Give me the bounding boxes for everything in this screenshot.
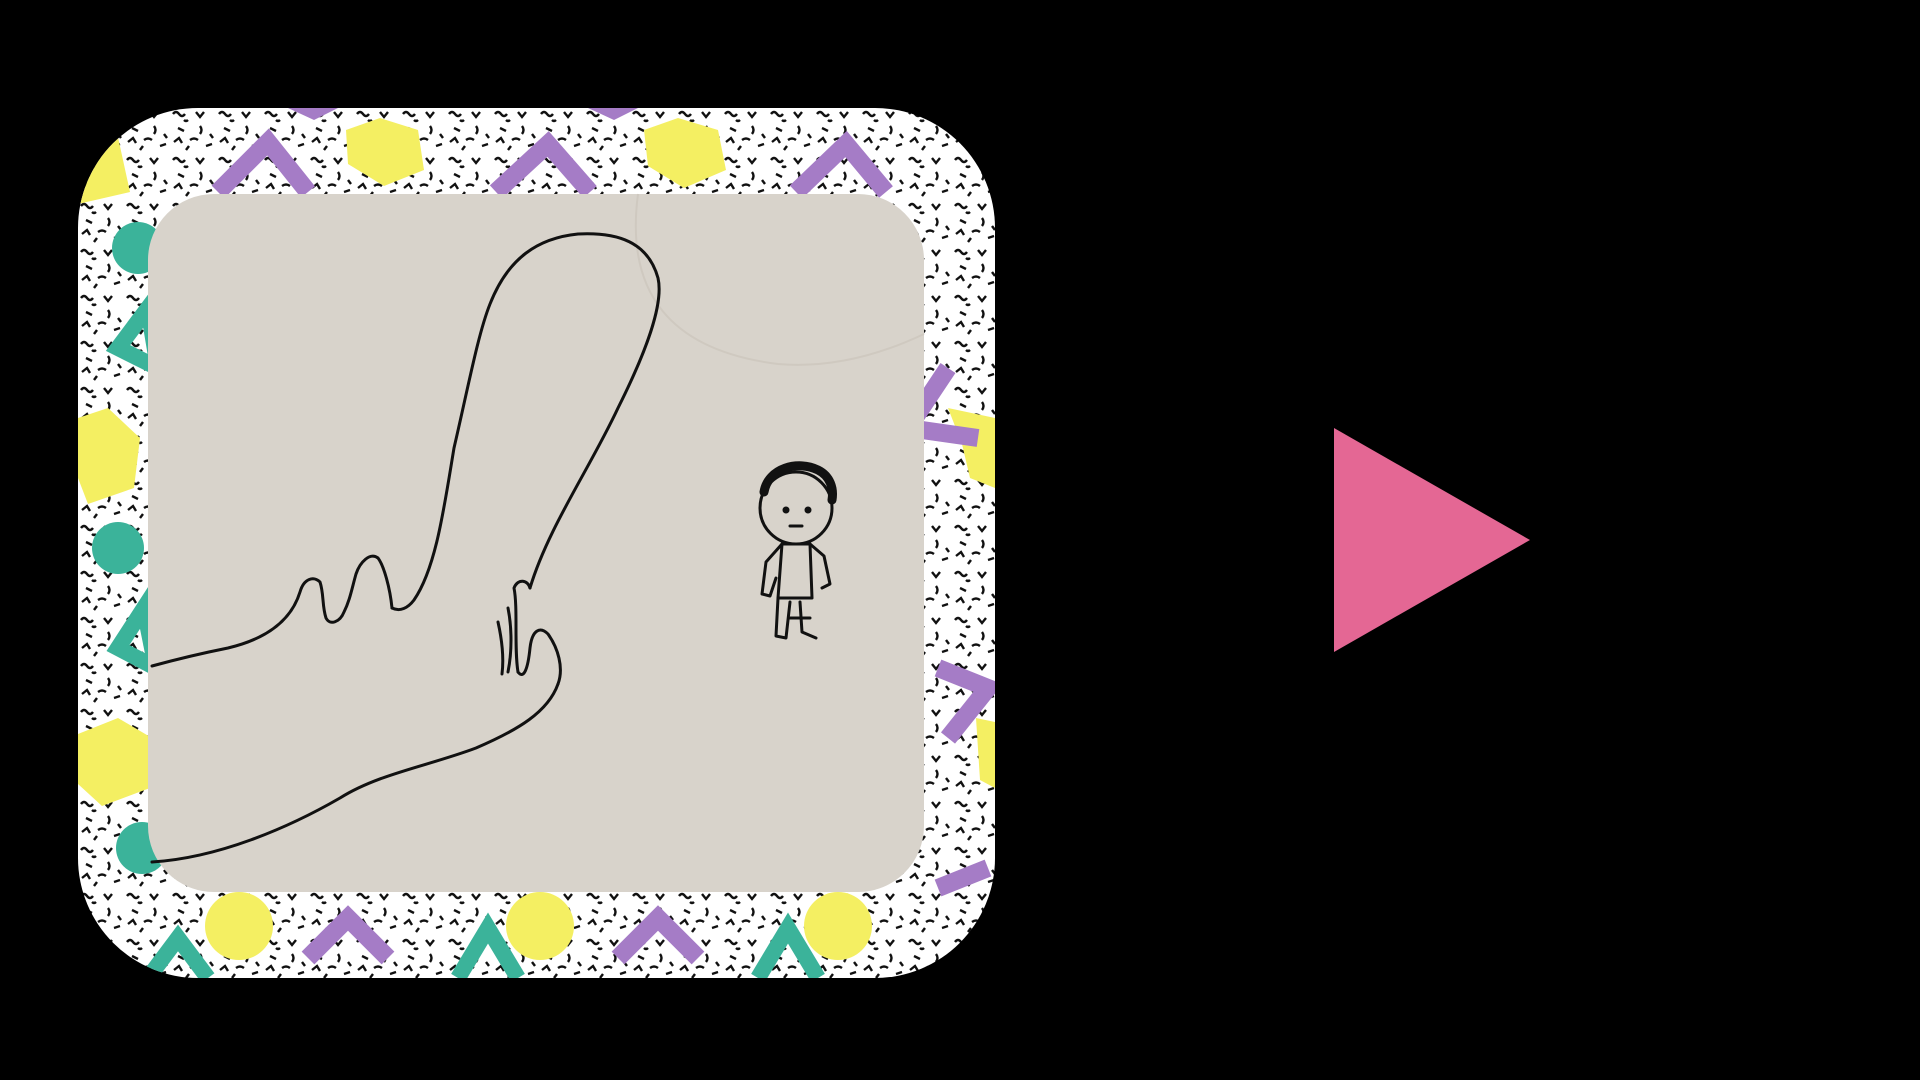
play-button[interactable] bbox=[1334, 428, 1530, 652]
child-drawing bbox=[148, 193, 925, 892]
memphis-frame-artwork bbox=[78, 108, 995, 978]
drawing-app-icon[interactable] bbox=[78, 108, 995, 978]
play-triangle-icon bbox=[1334, 428, 1530, 652]
stage bbox=[0, 0, 1920, 1080]
